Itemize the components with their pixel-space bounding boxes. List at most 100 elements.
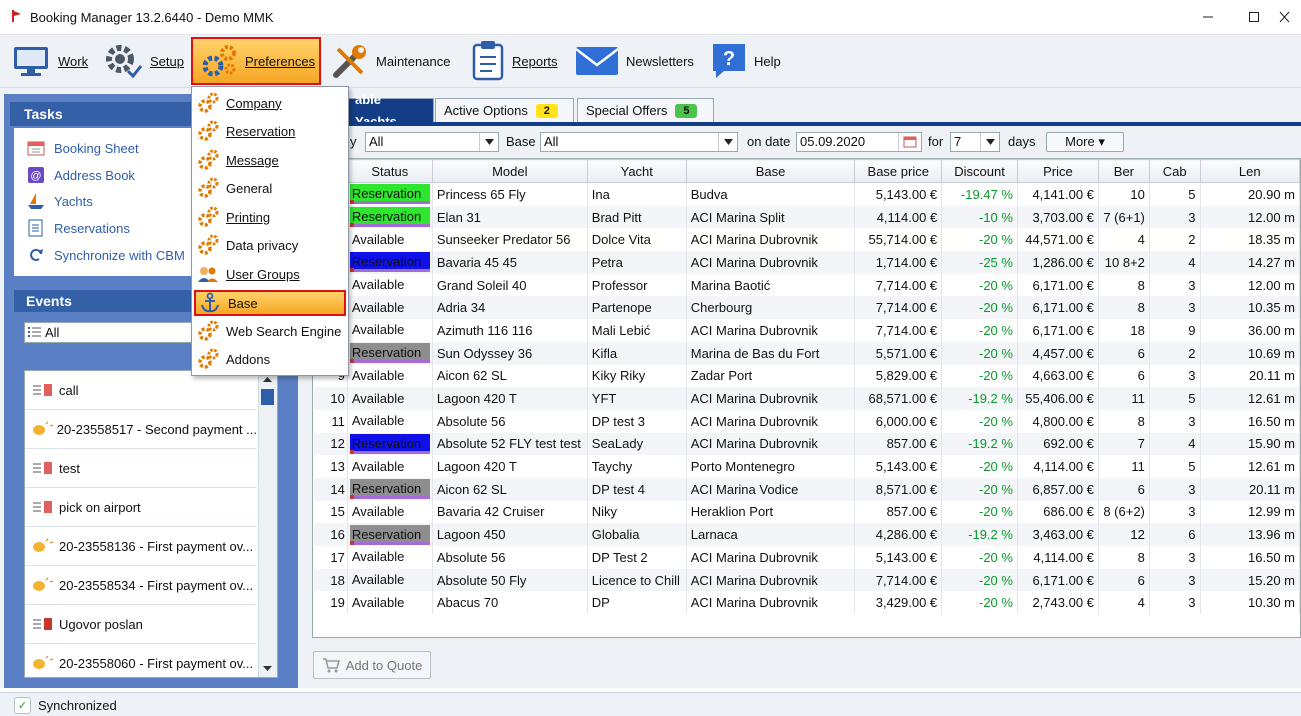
row-number: 10 <box>313 387 348 410</box>
table-row[interactable]: Reservation Princess 65 Fly Ina Budva 5,143.… <box>313 182 1300 206</box>
table-row[interactable]: 9AvailableAicon 62 SLKiky RikyZadar Port… <box>313 364 1300 388</box>
status-cell: Reservation <box>347 432 433 456</box>
col-header-price[interactable]: Price <box>1016 159 1099 183</box>
tab-special-offers[interactable]: Special Offers 5 <box>577 98 714 122</box>
tab-active-options[interactable]: Active Options 2 <box>435 98 574 122</box>
status-badge: Reservation <box>349 433 430 454</box>
table-row[interactable]: 13 Available Lagoon 420 T Taychy Porto Monte… <box>313 455 1300 478</box>
base-price-cell: 5,143.00 € <box>854 182 943 206</box>
status-marker <box>349 223 354 228</box>
table-row[interactable]: Available Grand Soleil 40 Professor Marina … <box>313 273 1300 297</box>
task-booking-sheet[interactable]: Booking Sheet <box>26 138 139 158</box>
table-row[interactable]: 16 Reservation Lagoon 450 Globalia Larnaca 4,… <box>313 523 1300 546</box>
col-header-base[interactable]: Base <box>685 159 856 183</box>
add-to-quote-button[interactable]: Add to Quote <box>313 651 431 679</box>
table-row[interactable]: 11 Available Absolute 56 DP test 3 ACI Marin… <box>313 409 1300 433</box>
status-marker <box>349 449 354 454</box>
col-header-model[interactable]: Model <box>431 159 588 183</box>
close-button[interactable] <box>1278 5 1301 29</box>
table-row[interactable]: Reservation Elan 31 Brad Pitt ACI Marina Sp… <box>313 205 1300 229</box>
toolbar-work[interactable]: Work <box>12 37 88 85</box>
base-price-cell: 68,571.00 € <box>854 387 943 410</box>
status-cell: Available <box>347 500 433 524</box>
task-reservations[interactable]: Reservations <box>26 218 130 238</box>
menu-item-company[interactable]: Company <box>194 90 346 116</box>
toolbar-maintenance[interactable]: Maintenance <box>330 37 450 85</box>
price-cell: 4,114.00 € <box>1017 546 1099 569</box>
col-header-berths[interactable]: Ber <box>1097 159 1150 183</box>
task-synchronize[interactable]: Synchronize with CBM <box>26 245 185 265</box>
event-item[interactable]: 20-23558517 - Second payment ... <box>25 410 257 449</box>
status-badge: Available <box>351 413 405 429</box>
yacht-cell: DP Test 2 <box>587 546 687 569</box>
event-item[interactable]: test <box>25 449 257 488</box>
event-item[interactable]: pick on airport <box>25 488 257 527</box>
events-filter-select[interactable]: All <box>24 322 192 343</box>
toolbar-newsletters[interactable]: Newsletters <box>574 37 694 85</box>
status-badge: Available <box>351 503 405 519</box>
filter-date-input[interactable]: 05.09.2020 <box>796 132 922 152</box>
filter-base-select[interactable]: All <box>540 132 738 152</box>
menu-item-base[interactable]: Base <box>194 290 346 316</box>
menu-item-reservation[interactable]: Reservation <box>194 118 346 144</box>
berths-cell: 8 <box>1098 296 1150 320</box>
more-button[interactable]: More ▾ <box>1046 132 1124 152</box>
tab-available-yachts[interactable]: able Yachts <box>346 92 434 129</box>
table-row[interactable]: Available Sunseeker Predator 56 Dolce Vita… <box>313 228 1300 252</box>
table-row[interactable]: 15 Available Bavaria 42 Cruiser Niky Herakli… <box>313 500 1300 524</box>
task-yachts[interactable]: Yachts <box>26 191 93 211</box>
length-cell: 18.35 m <box>1200 228 1300 252</box>
event-item[interactable]: 20-23558060 - First payment ov... <box>25 644 257 677</box>
toolbar-setup[interactable]: Setup <box>102 37 184 85</box>
minimize-button[interactable] <box>1188 5 1228 29</box>
table-row[interactable]: 18 Available Absolute 50 Fly Licence to Chi… <box>313 568 1300 592</box>
event-item[interactable]: 20-23558136 - First payment ov... <box>25 527 257 566</box>
col-header-discount[interactable]: Discount <box>941 159 1018 183</box>
menu-item-general[interactable]: General <box>194 175 346 201</box>
table-row[interactable]: 19 Available Abacus 70 DP ACI Marina Dubrovn… <box>313 591 1300 615</box>
col-header-length[interactable]: Len <box>1199 159 1300 183</box>
table-row[interactable]: 12 Reservation Absolute 52 FLY test test Se… <box>313 432 1300 456</box>
menu-item-label: Message <box>226 152 279 168</box>
event-item[interactable]: Ugovor poslan <box>25 605 257 644</box>
col-header-cabins[interactable]: Cab <box>1148 159 1201 183</box>
price-cell: 3,463.00 € <box>1017 523 1099 546</box>
scroll-down-icon[interactable] <box>259 661 276 675</box>
status-cell: Reservation <box>347 477 433 501</box>
toolbar-reports[interactable]: Reports <box>470 37 558 85</box>
cabins-cell: 2 <box>1149 228 1201 252</box>
menu-item-label: Reservation <box>226 123 296 139</box>
menu-item-data-privacy[interactable]: Data privacy <box>194 232 346 258</box>
event-item[interactable]: 20-23558534 - First payment ov... <box>25 566 257 605</box>
table-row[interactable]: Reservation Bavaria 45 45 Petra ACI Marina … <box>313 251 1300 274</box>
table-row[interactable]: Available Azimuth 116 116 Mali Lebić ACI Ma… <box>313 319 1300 342</box>
toolbar-preferences[interactable]: Preferences <box>191 37 321 85</box>
event-item[interactable]: call <box>25 371 257 410</box>
table-row[interactable]: 10 Available Lagoon 420 T YFT ACI Marina Dub… <box>313 387 1300 410</box>
task-address-book[interactable]: @ Address Book <box>26 165 135 185</box>
filter-days-select[interactable]: 7 <box>950 132 1000 152</box>
col-header-status[interactable]: Status <box>346 159 433 183</box>
table-row[interactable]: Reservation Sun Odyssey 36 Kifla Marina de … <box>313 341 1300 365</box>
col-header-yacht[interactable]: Yacht <box>586 159 687 183</box>
col-header-base-price[interactable]: Base price <box>854 159 943 183</box>
payment-icon <box>33 421 54 435</box>
toolbar-help[interactable]: ? Help <box>710 37 781 85</box>
menu-item-addons[interactable]: Addons <box>194 346 346 372</box>
menu-item-web-search-engine[interactable]: Web Search Engine <box>194 318 346 344</box>
scroll-thumb[interactable] <box>261 389 274 405</box>
filter-y-select[interactable]: All <box>365 132 499 152</box>
base-price-cell: 3,429.00 € <box>854 591 943 615</box>
menu-item-user-groups[interactable]: User Groups <box>194 261 346 287</box>
base-cell: ACI Marina Dubrovnik <box>686 228 856 252</box>
table-row[interactable]: 14 Reservation Aicon 62 SL DP test 4 ACI Mar… <box>313 477 1300 501</box>
table-row[interactable]: Available Adria 34 Partenope Cherbourg 7,714… <box>313 296 1300 320</box>
table-row[interactable]: 17 Available Absolute 56 DP Test 2 ACI Marin… <box>313 546 1300 569</box>
event-label: 20-23558517 - Second payment ... <box>56 421 257 437</box>
maximize-button[interactable] <box>1234 5 1274 29</box>
menu-item-printing[interactable]: Printing <box>194 204 346 230</box>
menu-item-message[interactable]: Message <box>194 147 346 173</box>
base-cell: ACI Marina Dubrovnik <box>686 546 856 569</box>
events-scrollbar[interactable] <box>258 371 277 677</box>
length-cell: 12.61 m <box>1200 387 1300 410</box>
